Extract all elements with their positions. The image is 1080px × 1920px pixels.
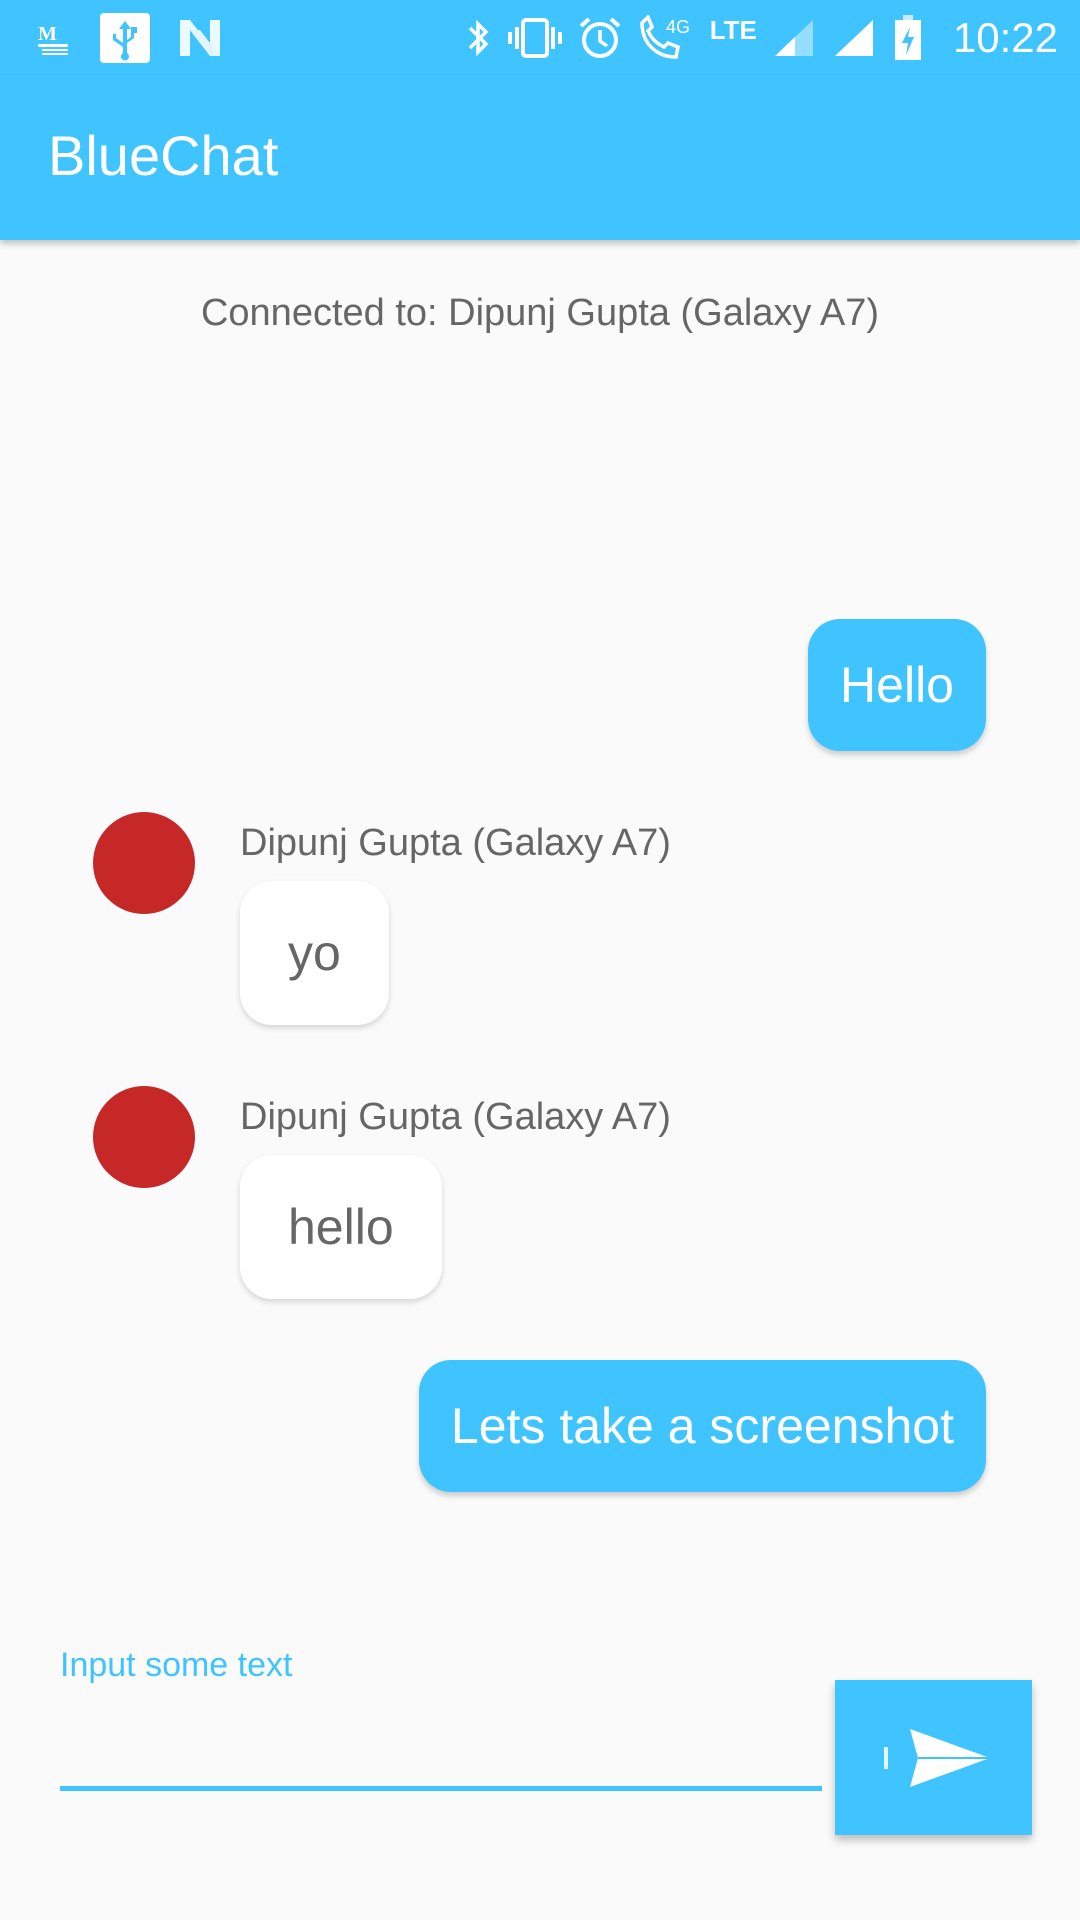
received-message-bubble: yo	[240, 881, 389, 1025]
signal-icon	[833, 14, 877, 62]
svg-text:4G: 4G	[666, 17, 690, 37]
avatar	[93, 812, 195, 914]
battery-charging-icon	[893, 14, 923, 62]
sender-name: Dipunj Gupta (Galaxy A7)	[240, 822, 671, 864]
sender-name: Dipunj Gupta (Galaxy A7)	[240, 1096, 671, 1138]
lte-icon: LTE	[709, 14, 757, 45]
gmail-icon: M	[38, 14, 72, 62]
alarm-icon	[578, 14, 622, 62]
call-4g-icon: 4G	[638, 14, 694, 62]
status-bar-right: 4G LTE 10:22	[464, 14, 1058, 62]
received-message-bubble: hello	[240, 1155, 442, 1299]
send-icon	[874, 1723, 994, 1793]
input-label: Input some text	[60, 1646, 293, 1684]
status-bar-left: M	[38, 13, 222, 63]
signal-icon	[773, 14, 817, 62]
usb-icon	[100, 13, 150, 63]
app-bar: BlueChat	[0, 75, 1080, 240]
connection-status: Connected to: Dipunj Gupta (Galaxy A7)	[200, 292, 880, 334]
app-title: BlueChat	[48, 124, 279, 187]
svg-text:M: M	[38, 23, 57, 45]
sent-message-bubble: Lets take a screenshot	[418, 1360, 986, 1492]
status-bar: M 4G LTE 10:22	[0, 0, 1080, 75]
vibrate-icon	[507, 14, 562, 62]
message-input[interactable]	[60, 1690, 822, 1791]
status-time: 10:22	[952, 14, 1058, 61]
avatar	[93, 1086, 195, 1188]
sent-message-bubble: Hello	[808, 619, 986, 751]
n-icon	[178, 14, 222, 62]
send-button[interactable]	[835, 1680, 1032, 1835]
bluetooth-icon	[464, 14, 492, 62]
